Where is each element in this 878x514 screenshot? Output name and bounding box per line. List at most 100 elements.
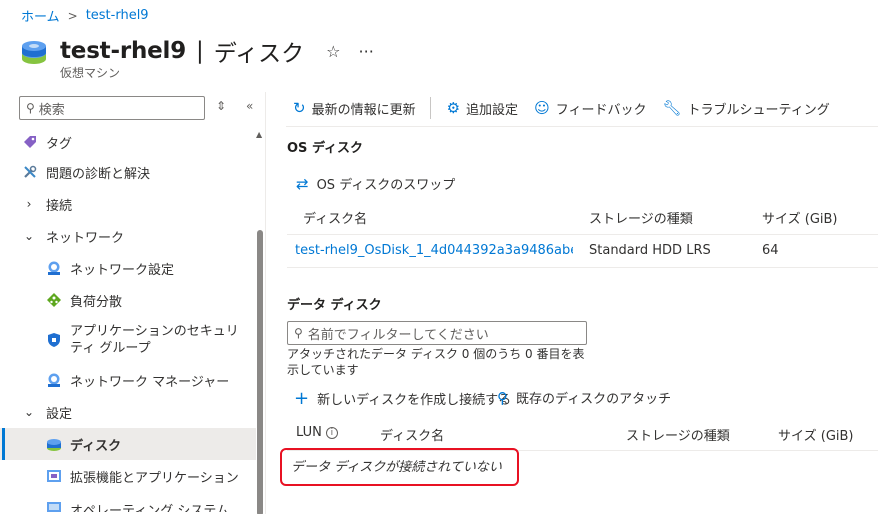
sidebar-item-load-balancing[interactable]: 負荷分散 [0,284,256,316]
additional-settings-label: 追加設定 [466,102,519,118]
search-icon: ⚲ [294,326,303,340]
shield-icon [46,332,62,348]
wrench-icon: 🔧︎ [662,99,682,117]
sidebar-item-label: 問題の診断と解決 [46,166,151,182]
resource-type-label: 仮想マシン [60,66,121,80]
sidebar-item-label: ネットワーク設定 [70,262,175,278]
search-icon: ⚲ [26,101,35,115]
feedback-label: フィードバック [555,102,647,118]
scroll-up-icon[interactable]: ▲ [256,130,262,139]
sidebar-item-label: 接続 [46,198,73,214]
page-header: test-rhel9 | ディスク ☆ ··· [20,34,374,68]
sidebar-divider [265,92,266,514]
favorite-star-icon[interactable]: ☆ [326,42,340,61]
page-title: test-rhel9 [60,38,187,64]
breadcrumb-current[interactable]: test-rhel9 [86,8,149,23]
sidebar-item-operating-system[interactable]: オペレーティング システム [0,492,256,512]
sidebar-item-app-security-groups[interactable]: アプリケーションのセキュリティ グループ [0,316,256,364]
swap-os-disk-label: OS ディスクのスワップ [316,178,456,193]
sidebar-item-label: オペレーティング システム [70,504,229,512]
troubleshoot-button[interactable]: 🔧︎ トラブルシューティング [662,99,829,118]
column-header-storage-type: ストレージの種類 [626,429,730,444]
os-disk-size: 64 [762,243,779,258]
breadcrumb: ホーム > test-rhel9 [21,6,149,25]
sidebar-item-label: 設定 [46,406,73,422]
title-separator: | [196,38,204,64]
sidebar-item-network-manager[interactable]: ネットワーク マネージャー [0,364,256,396]
feedback-button[interactable]: ☺ フィードバック [534,99,646,118]
sidebar-item-tags[interactable]: タグ [0,128,256,156]
sidebar-item-diagnose[interactable]: 問題の診断と解決 [0,156,256,188]
sidebar-item-settings[interactable]: ⌄ 設定 [0,396,256,428]
sidebar-item-disks[interactable]: ディスク [0,428,256,460]
breadcrumb-separator: > [67,8,78,23]
monitor-icon [46,500,62,512]
attach-existing-label: 既存のディスクのアタッチ [516,392,672,407]
toolbar-divider [429,97,431,119]
sidebar-item-label: ネットワーク マネージャー [70,374,230,390]
refresh-label: 最新の情報に更新 [311,102,416,118]
network-manager-icon [46,372,62,388]
column-header-size: サイズ (GiB) [778,429,854,444]
extensions-icon [46,468,62,484]
expand-collapse-icon[interactable]: ⇕ [216,99,226,113]
wrench-icon [22,164,38,180]
disk-icon [46,436,62,452]
command-bar: ↻ 最新の情報に更新 ⚙ 追加設定 ☺ フィードバック 🔧︎ トラブルシューティ… [293,96,846,120]
filter-placeholder: 名前でフィルターしてください [307,327,489,343]
gear-icon: ⚙ [446,99,461,117]
scrollbar-thumb[interactable] [257,230,263,514]
refresh-button[interactable]: ↻ 最新の情報に更新 [293,99,416,118]
sidebar-scrollbar[interactable]: ▲ [256,128,264,514]
highlight-annotation [280,448,519,486]
column-header-storage-type: ストレージの種類 [589,212,693,227]
sidebar: ⚲ 検索 ⇕ « タグ 問題の診断と解決 › 接続 ⌄ ネットワーク ネットワー… [0,92,266,514]
os-disk-name-link[interactable]: test-rhel9_OsDisk_1_4d044392a3a9486abe [295,243,573,258]
table-row-divider [287,267,878,268]
sidebar-item-label: アプリケーションのセキュリティ グループ [70,324,239,356]
sidebar-search-input[interactable]: ⚲ 検索 [19,96,205,120]
feedback-icon: ☺ [534,99,550,117]
sidebar-item-label: タグ [46,136,73,152]
sidebar-nav: タグ 問題の診断と解決 › 接続 ⌄ ネットワーク ネットワーク設定 負荷分散 [0,128,256,512]
more-options-icon[interactable]: ··· [359,42,374,61]
collapse-sidebar-icon[interactable]: « [246,99,253,113]
disk-stack-icon [20,35,48,67]
table-header-divider [287,234,878,235]
filter-by-name-input[interactable]: ⚲ 名前でフィルターしてください [287,321,587,345]
load-balancer-icon [46,292,62,308]
sidebar-item-networking[interactable]: ⌄ ネットワーク [0,220,256,252]
sidebar-item-label: 拡張機能とアプリケーション [70,470,239,486]
tag-icon [22,134,38,150]
os-disk-heading: OS ディスク [287,141,364,156]
create-attach-disk-button[interactable]: + 新しいディスクを作成し接続する [294,388,511,409]
sidebar-item-connect[interactable]: › 接続 [0,188,256,220]
sidebar-item-label: ネットワーク [46,230,125,246]
chevron-down-icon: ⌄ [23,405,35,419]
column-header-size: サイズ (GiB) [762,212,838,227]
sidebar-search-placeholder: 検索 [38,102,65,118]
toolbar-divider-line [286,126,878,127]
swap-os-disk-button[interactable]: ⇄ OS ディスクのスワップ [296,174,456,194]
additional-settings-button[interactable]: ⚙ 追加設定 [447,99,518,118]
attach-existing-disk-button[interactable]: ⚲ 既存のディスクのアタッチ [497,388,672,408]
page-subtitle-disks: ディスク [213,41,305,67]
info-icon[interactable]: i [325,426,338,439]
breadcrumb-home[interactable]: ホーム [21,6,60,25]
swap-icon: ⇄ [296,174,309,193]
plus-icon: + [294,388,310,409]
column-header-disk-name: ディスク名 [303,212,368,227]
data-disks-heading: データ ディスク [287,298,382,313]
chevron-right-icon: › [26,197,32,211]
sidebar-item-network-settings[interactable]: ネットワーク設定 [0,252,256,284]
results-count-text: アタッチされたデータ ディスク 0 個のうち 0 番目を表示しています [287,347,585,377]
troubleshoot-label: トラブルシューティング [687,102,830,118]
refresh-icon: ↻ [293,99,306,117]
sidebar-item-label: 負荷分散 [70,294,123,310]
sidebar-item-extensions[interactable]: 拡張機能とアプリケーション [0,460,256,492]
os-disk-storage-type: Standard HDD LRS [589,243,711,258]
create-attach-label: 新しいディスクを作成し接続する [317,393,512,408]
sidebar-item-label: ディスク [70,438,122,454]
network-interface-icon [46,260,62,276]
chevron-down-icon: ⌄ [23,229,35,243]
